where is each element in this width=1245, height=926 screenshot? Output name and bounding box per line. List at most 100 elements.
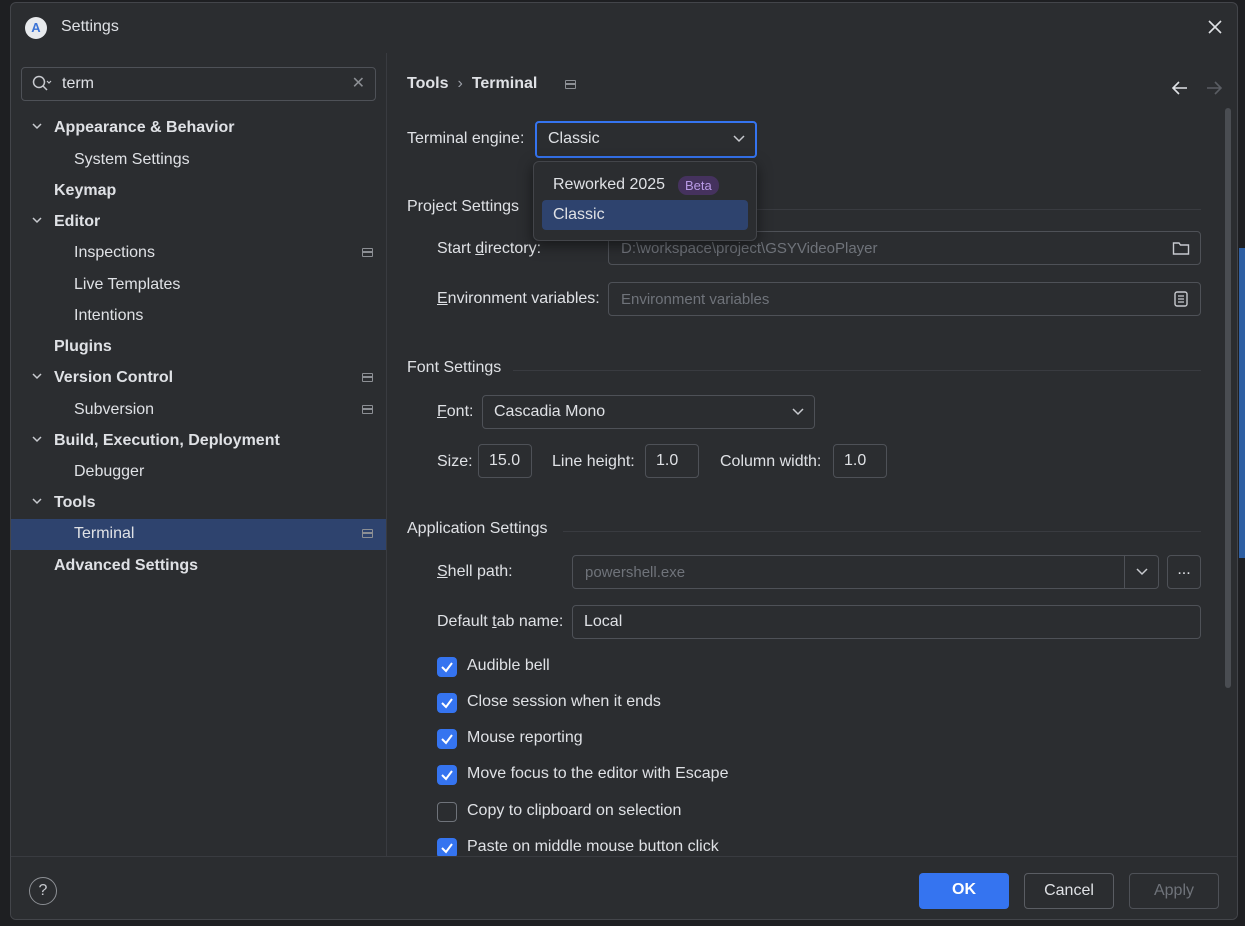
tree-item-keymap[interactable]: Keymap — [11, 176, 386, 207]
checkbox[interactable] — [437, 802, 457, 822]
size-value: 15.0 — [489, 452, 521, 469]
search-icon — [32, 75, 52, 91]
close-icon[interactable] — [1203, 15, 1227, 39]
browse-shell-button[interactable]: ... — [1167, 555, 1201, 589]
title-bar: A Settings — [11, 3, 1237, 53]
tree-item-debugger[interactable]: Debugger — [11, 457, 386, 488]
breadcrumb-parent[interactable]: Tools — [407, 75, 448, 92]
default-tab-name-value: Local — [584, 613, 623, 630]
app-logo-icon: A — [25, 17, 47, 39]
background-ide-strip — [0, 0, 10, 926]
project-level-icon — [362, 405, 373, 414]
breadcrumb-current: Terminal — [471, 75, 538, 92]
terminal-engine-dropdown[interactable]: Classic — [535, 121, 757, 158]
default-tab-name-field[interactable]: Local — [572, 605, 1201, 639]
tree-item-label: System Settings — [74, 151, 190, 168]
apply-button[interactable]: Apply — [1129, 873, 1219, 909]
checkbox[interactable] — [437, 729, 457, 749]
dialog-title: Settings — [61, 18, 119, 35]
edit-list-icon[interactable] — [1172, 291, 1190, 307]
chevron-down-icon — [733, 135, 745, 143]
chevron-down-icon — [792, 408, 804, 416]
start-directory-placeholder: D:\workspace\project\GSYVideoPlayer — [621, 240, 878, 257]
settings-search[interactable]: ✕ — [21, 67, 376, 101]
background-ide-highlight — [1239, 248, 1245, 558]
project-level-icon — [362, 529, 373, 538]
back-arrow-icon[interactable] — [1171, 80, 1189, 96]
project-level-icon — [565, 80, 576, 89]
popup-option-reworked-2025[interactable]: Reworked 2025 Beta — [542, 170, 748, 200]
line-height-label: Line height: — [552, 453, 635, 470]
forward-arrow-icon[interactable] — [1205, 80, 1223, 96]
font-dropdown[interactable]: Cascadia Mono — [482, 395, 815, 429]
chevron-down-icon[interactable] — [31, 433, 43, 445]
environment-variables-label: Environment variables: — [437, 290, 600, 307]
tree-item-advanced-settings[interactable]: Advanced Settings — [11, 551, 386, 582]
search-input[interactable] — [62, 72, 342, 96]
folder-icon[interactable] — [1172, 240, 1190, 256]
chevron-down-icon[interactable] — [31, 214, 43, 226]
size-label: Size: — [437, 453, 473, 470]
tree-item-live-templates[interactable]: Live Templates — [11, 270, 386, 301]
start-directory-label: Start directory: — [437, 240, 542, 257]
shell-path-label: Shell path: — [437, 563, 513, 580]
ok-button[interactable]: OK — [919, 873, 1009, 909]
section-divider — [513, 370, 1201, 371]
cancel-button[interactable]: Cancel — [1024, 873, 1114, 909]
checkbox-label: Close session when it ends — [467, 693, 661, 710]
checkbox[interactable] — [437, 765, 457, 785]
size-field[interactable]: 15.0 — [478, 444, 532, 478]
checkbox[interactable] — [437, 693, 457, 713]
chevron-down-icon[interactable] — [31, 495, 43, 507]
environment-variables-field[interactable]: Environment variables — [608, 282, 1201, 316]
tree-item-appearance-behavior[interactable]: Appearance & Behavior — [11, 113, 386, 144]
line-height-value: 1.0 — [656, 452, 679, 469]
breadcrumb-separator: › — [457, 75, 463, 92]
font-value: Cascadia Mono — [494, 403, 606, 420]
line-height-field[interactable]: 1.0 — [645, 444, 699, 478]
shell-path-combo[interactable]: powershell.exe — [572, 555, 1159, 589]
checkbox[interactable] — [437, 838, 457, 856]
tree-item-label: Live Templates — [74, 276, 181, 293]
tree-item-build-execution-deployment[interactable]: Build, Execution, Deployment — [11, 426, 386, 457]
project-level-icon — [362, 248, 373, 257]
column-width-field[interactable]: 1.0 — [833, 444, 887, 478]
dialog-footer: ? OK Cancel Apply — [11, 856, 1237, 919]
option-label: Classic — [553, 206, 605, 223]
terminal-engine-popup: Reworked 2025 Beta Classic — [533, 161, 757, 241]
tree-item-system-settings[interactable]: System Settings — [11, 145, 386, 176]
tree-item-label: Build, Execution, Deployment — [54, 432, 280, 449]
column-width-value: 1.0 — [844, 452, 867, 469]
popup-option-classic[interactable]: Classic — [542, 200, 748, 230]
tree-item-inspections[interactable]: Inspections — [11, 238, 386, 269]
tree-item-intentions[interactable]: Intentions — [11, 301, 386, 332]
tree-item-label: Intentions — [74, 307, 144, 324]
settings-content-panel: Tools › Terminal Terminal engine: Classic … — [387, 53, 1237, 856]
tree-item-plugins[interactable]: Plugins — [11, 332, 386, 363]
tree-item-label: Subversion — [74, 401, 155, 418]
tree-item-tools[interactable]: Tools — [11, 488, 386, 519]
shell-path-placeholder: powershell.exe — [585, 564, 686, 581]
tree-item-label: Plugins — [54, 338, 112, 355]
tree-item-subversion[interactable]: Subversion — [11, 395, 386, 426]
tree-item-editor[interactable]: Editor — [11, 207, 386, 238]
application-settings-title: Application Settings — [407, 520, 548, 537]
section-divider — [563, 531, 1201, 532]
tree-item-terminal[interactable]: Terminal — [11, 519, 386, 550]
chevron-down-icon[interactable] — [1136, 568, 1148, 576]
settings-tree-panel: ✕ Appearance & Behavior System Settings … — [11, 53, 386, 856]
checkbox-label: Mouse reporting — [467, 729, 583, 746]
terminal-engine-value: Classic — [548, 130, 600, 147]
checkbox[interactable] — [437, 657, 457, 677]
tree-item-label: Debugger — [74, 463, 145, 480]
help-icon[interactable]: ? — [29, 877, 57, 905]
clear-search-icon[interactable]: ✕ — [352, 73, 365, 93]
tree-item-label: Keymap — [54, 182, 117, 199]
tree-item-version-control[interactable]: Version Control — [11, 363, 386, 394]
tree-item-label: Inspections — [74, 244, 155, 261]
tree-item-label: Version Control — [54, 369, 174, 386]
tree-item-label: Editor — [54, 213, 101, 230]
chevron-down-icon[interactable] — [31, 120, 43, 132]
vertical-scrollbar[interactable] — [1225, 108, 1231, 688]
chevron-down-icon[interactable] — [31, 370, 43, 382]
